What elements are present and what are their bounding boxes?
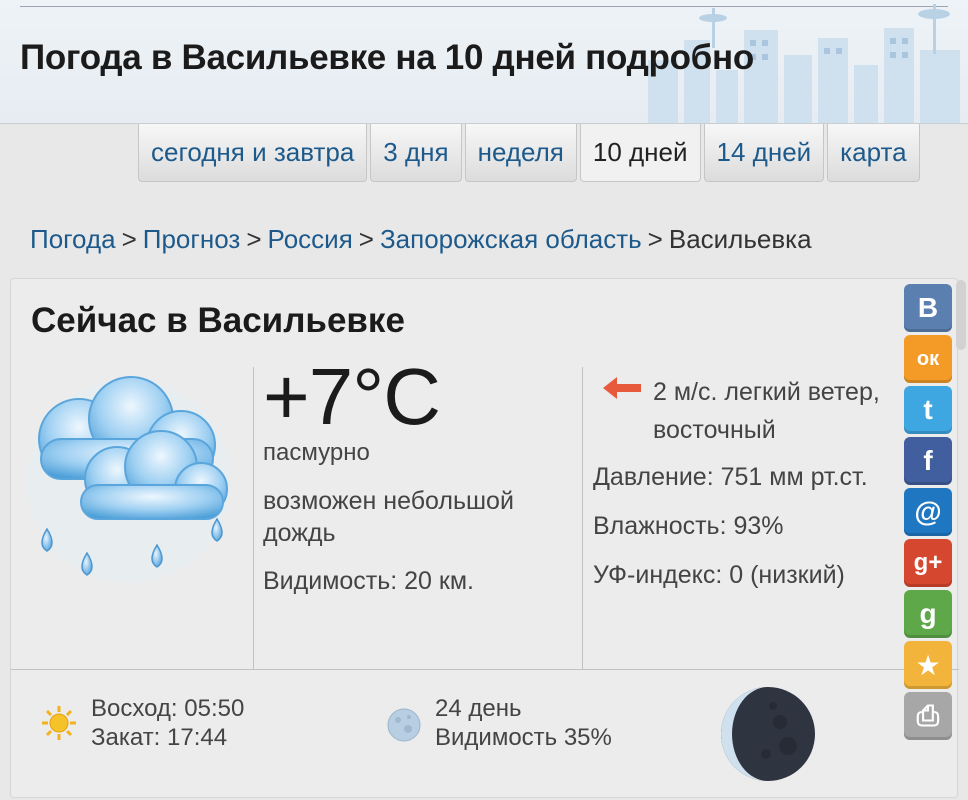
tab-14-days[interactable]: 14 дней (703, 124, 825, 182)
visibility-text: Видимость: 20 км. (263, 567, 474, 595)
moon-day-text: 24 день (435, 695, 522, 722)
breadcrumb: Погода > Прогноз > Россия > Запорожская област… (30, 224, 812, 255)
tab-week[interactable]: неделя (464, 124, 577, 182)
twitter-icon: t (923, 394, 933, 425)
breadcrumb-link-region[interactable]: Запорожская область (380, 224, 642, 254)
sunset-text: Закат: 17:44 (91, 724, 228, 751)
site-header: Погода в Васильевке на 10 дней подробно (0, 0, 968, 124)
current-weather-title: Сейчас в Васильевке (31, 301, 405, 340)
breadcrumb-link-weather[interactable]: Погода (30, 224, 116, 254)
current-weather-card: Сейчас в Васильевке +7°C пасмурно возмож… (10, 278, 959, 798)
column-divider (582, 367, 583, 669)
twitter-button[interactable]: t (904, 386, 952, 434)
breadcrumb-link-forecast[interactable]: Прогноз (143, 224, 241, 254)
odnoklassniki-icon: ок (916, 347, 940, 370)
facebook-button[interactable]: f (904, 437, 952, 485)
breadcrumb-separator: > (246, 224, 262, 254)
moon-info: 24 день Видимость 35% (435, 694, 612, 752)
moon-phase-icon (721, 687, 815, 781)
google-icon: g (919, 598, 937, 629)
google-plus-icon: g+ (913, 549, 943, 576)
printer-icon: ⎙ (916, 699, 940, 731)
condition-text: пасмурно (263, 439, 370, 466)
column-divider (253, 367, 254, 669)
tab-3-days[interactable]: 3 дня (370, 124, 462, 182)
google-button[interactable]: g (904, 590, 952, 638)
share-sidebar: B ок t f @ g+ g ★ ⎙ (904, 284, 952, 743)
scrollbar-thumb[interactable] (956, 280, 966, 350)
period-tabs: сегодня и завтра 3 дня неделя 10 дней 14… (138, 124, 923, 184)
uv-index-text: УФ-индекс: 0 (низкий) (593, 561, 845, 589)
at-icon: @ (914, 496, 942, 527)
breadcrumb-link-russia[interactable]: Россия (268, 224, 353, 254)
moon-icon (387, 708, 421, 742)
googleplus-button[interactable]: g+ (904, 539, 952, 587)
moon-visibility-text: Видимость 35% (435, 724, 612, 751)
mailru-button[interactable]: @ (904, 488, 952, 536)
sun-icon (42, 706, 76, 740)
page-title: Погода в Васильевке на 10 дней подробно (20, 38, 754, 77)
pressure-text: Давление: 751 мм рт.ст. (593, 463, 868, 491)
breadcrumb-separator: > (647, 224, 663, 254)
wind-direction-arrow-icon (603, 377, 641, 399)
breadcrumb-current: Васильевка (668, 224, 812, 254)
wind-text: 2 м/с. легкий ветер, восточный (653, 378, 880, 444)
tab-10-days[interactable]: 10 дней (579, 124, 701, 182)
vk-icon: B (917, 292, 939, 323)
facebook-icon: f (923, 445, 933, 476)
current-temperature: +7°C (263, 352, 441, 441)
breadcrumb-separator: > (358, 224, 374, 254)
sunrise-text: Восход: 05:50 (91, 695, 245, 722)
star-icon: ★ (915, 649, 941, 681)
bookmark-button[interactable]: ★ (904, 641, 952, 689)
row-divider (11, 669, 959, 670)
tab-today-tomorrow[interactable]: сегодня и завтра (138, 124, 368, 182)
tab-map[interactable]: карта (827, 124, 920, 182)
sun-times: Восход: 05:50 Закат: 17:44 (91, 694, 244, 752)
precipitation-note: возможен небольшой дождь (263, 487, 514, 547)
print-button[interactable]: ⎙ (904, 692, 952, 740)
breadcrumb-separator: > (121, 224, 137, 254)
odnoklassniki-button[interactable]: ок (904, 335, 952, 383)
vk-button[interactable]: B (904, 284, 952, 332)
cloud-rain-icon (27, 376, 231, 583)
humidity-text: Влажность: 93% (593, 512, 784, 540)
